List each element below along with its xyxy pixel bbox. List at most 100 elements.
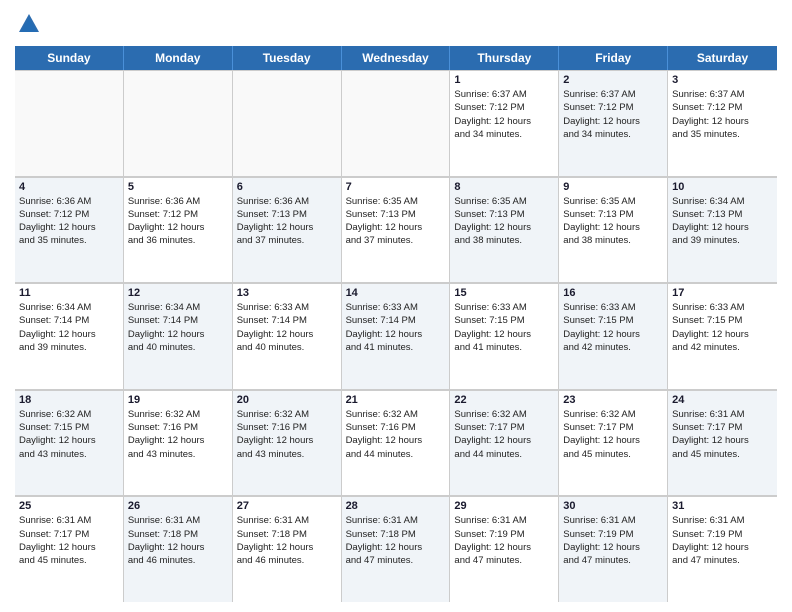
calendar-cell: 5 Sunrise: 6:36 AM Sunset: 7:12 PM Daylig… <box>124 177 233 283</box>
cell-info: Sunrise: 6:34 AM Sunset: 7:14 PM Dayligh… <box>128 301 228 354</box>
cell-info: Sunrise: 6:33 AM Sunset: 7:15 PM Dayligh… <box>563 301 663 354</box>
header <box>15 10 777 38</box>
day-number: 24 <box>672 394 773 406</box>
day-number: 6 <box>237 181 337 193</box>
day-number: 7 <box>346 181 446 193</box>
cell-info: Sunrise: 6:33 AM Sunset: 7:15 PM Dayligh… <box>454 301 554 354</box>
cell-info: Sunrise: 6:35 AM Sunset: 7:13 PM Dayligh… <box>346 195 446 248</box>
cell-info: Sunrise: 6:35 AM Sunset: 7:13 PM Dayligh… <box>563 195 663 248</box>
day-number: 25 <box>19 500 119 512</box>
day-number: 31 <box>672 500 773 512</box>
day-number: 13 <box>237 287 337 299</box>
day-number: 19 <box>128 394 228 406</box>
cell-info: Sunrise: 6:33 AM Sunset: 7:14 PM Dayligh… <box>237 301 337 354</box>
cell-info: Sunrise: 6:31 AM Sunset: 7:18 PM Dayligh… <box>128 514 228 567</box>
cell-info: Sunrise: 6:36 AM Sunset: 7:12 PM Dayligh… <box>128 195 228 248</box>
cell-info: Sunrise: 6:37 AM Sunset: 7:12 PM Dayligh… <box>454 88 554 141</box>
cell-info: Sunrise: 6:34 AM Sunset: 7:14 PM Dayligh… <box>19 301 119 354</box>
calendar-cell: 6 Sunrise: 6:36 AM Sunset: 7:13 PM Daylig… <box>233 177 342 283</box>
cell-info: Sunrise: 6:36 AM Sunset: 7:12 PM Dayligh… <box>19 195 119 248</box>
calendar-cell: 16 Sunrise: 6:33 AM Sunset: 7:15 PM Dayli… <box>559 283 668 389</box>
cell-info: Sunrise: 6:31 AM Sunset: 7:19 PM Dayligh… <box>672 514 773 567</box>
calendar-cell: 29 Sunrise: 6:31 AM Sunset: 7:19 PM Dayli… <box>450 496 559 602</box>
day-number: 3 <box>672 74 773 86</box>
day-number: 30 <box>563 500 663 512</box>
calendar-cell <box>124 70 233 176</box>
day-number: 14 <box>346 287 446 299</box>
calendar-cell: 24 Sunrise: 6:31 AM Sunset: 7:17 PM Dayli… <box>668 390 777 496</box>
header-day-monday: Monday <box>124 46 233 70</box>
calendar-cell: 20 Sunrise: 6:32 AM Sunset: 7:16 PM Dayli… <box>233 390 342 496</box>
calendar-cell: 1 Sunrise: 6:37 AM Sunset: 7:12 PM Daylig… <box>450 70 559 176</box>
calendar-cell: 11 Sunrise: 6:34 AM Sunset: 7:14 PM Dayli… <box>15 283 124 389</box>
logo-icon <box>15 10 43 38</box>
calendar-cell: 15Sunrise: 6:33 AM Sunset: 7:15 PM Dayli… <box>450 283 559 389</box>
calendar-cell: 31 Sunrise: 6:31 AM Sunset: 7:19 PM Dayli… <box>668 496 777 602</box>
header-day-tuesday: Tuesday <box>233 46 342 70</box>
calendar-cell: 18 Sunrise: 6:32 AM Sunset: 7:15 PM Dayli… <box>15 390 124 496</box>
day-number: 8 <box>454 181 554 193</box>
cell-info: Sunrise: 6:37 AM Sunset: 7:12 PM Dayligh… <box>672 88 773 141</box>
calendar-cell: 23 Sunrise: 6:32 AM Sunset: 7:17 PM Dayli… <box>559 390 668 496</box>
day-number: 17 <box>672 287 773 299</box>
calendar-cell: 3 Sunrise: 6:37 AM Sunset: 7:12 PM Daylig… <box>668 70 777 176</box>
calendar-cell: 19Sunrise: 6:32 AM Sunset: 7:16 PM Dayli… <box>124 390 233 496</box>
cell-info: Sunrise: 6:31 AM Sunset: 7:19 PM Dayligh… <box>454 514 554 567</box>
day-number: 29 <box>454 500 554 512</box>
calendar-row-3: 18 Sunrise: 6:32 AM Sunset: 7:15 PM Dayli… <box>15 390 777 497</box>
calendar-cell: 14Sunrise: 6:33 AM Sunset: 7:14 PM Dayli… <box>342 283 451 389</box>
calendar-row-0: 1 Sunrise: 6:37 AM Sunset: 7:12 PM Daylig… <box>15 70 777 177</box>
day-number: 23 <box>563 394 663 406</box>
calendar-cell: 27 Sunrise: 6:31 AM Sunset: 7:18 PM Dayli… <box>233 496 342 602</box>
calendar-cell: 2 Sunrise: 6:37 AM Sunset: 7:12 PM Daylig… <box>559 70 668 176</box>
day-number: 12 <box>128 287 228 299</box>
cell-info: Sunrise: 6:32 AM Sunset: 7:16 PM Dayligh… <box>237 408 337 461</box>
cell-info: Sunrise: 6:31 AM Sunset: 7:19 PM Dayligh… <box>563 514 663 567</box>
calendar-cell: 13 Sunrise: 6:33 AM Sunset: 7:14 PM Dayli… <box>233 283 342 389</box>
day-number: 16 <box>563 287 663 299</box>
day-number: 2 <box>563 74 663 86</box>
cell-info: Sunrise: 6:32 AM Sunset: 7:15 PM Dayligh… <box>19 408 119 461</box>
day-number: 5 <box>128 181 228 193</box>
day-number: 4 <box>19 181 119 193</box>
day-number: 26 <box>128 500 228 512</box>
calendar-cell: 12 Sunrise: 6:34 AM Sunset: 7:14 PM Dayli… <box>124 283 233 389</box>
calendar-cell <box>233 70 342 176</box>
day-number: 9 <box>563 181 663 193</box>
cell-info: Sunrise: 6:31 AM Sunset: 7:17 PM Dayligh… <box>672 408 773 461</box>
cell-info: Sunrise: 6:37 AM Sunset: 7:12 PM Dayligh… <box>563 88 663 141</box>
day-number: 11 <box>19 287 119 299</box>
header-day-thursday: Thursday <box>450 46 559 70</box>
cell-info: Sunrise: 6:32 AM Sunset: 7:17 PM Dayligh… <box>454 408 554 461</box>
cell-info: Sunrise: 6:31 AM Sunset: 7:18 PM Dayligh… <box>237 514 337 567</box>
calendar-header: SundayMondayTuesdayWednesdayThursdayFrid… <box>15 46 777 70</box>
day-number: 20 <box>237 394 337 406</box>
day-number: 27 <box>237 500 337 512</box>
day-number: 28 <box>346 500 446 512</box>
calendar-cell <box>15 70 124 176</box>
cell-info: Sunrise: 6:36 AM Sunset: 7:13 PM Dayligh… <box>237 195 337 248</box>
day-number: 18 <box>19 394 119 406</box>
day-number: 21 <box>346 394 446 406</box>
cell-info: Sunrise: 6:32 AM Sunset: 7:16 PM Dayligh… <box>346 408 446 461</box>
calendar-cell <box>342 70 451 176</box>
cell-info: Sunrise: 6:31 AM Sunset: 7:17 PM Dayligh… <box>19 514 119 567</box>
cell-info: Sunrise: 6:32 AM Sunset: 7:17 PM Dayligh… <box>563 408 663 461</box>
calendar-cell: 21 Sunrise: 6:32 AM Sunset: 7:16 PM Dayli… <box>342 390 451 496</box>
calendar-cell: 8Sunrise: 6:35 AM Sunset: 7:13 PM Daylig… <box>450 177 559 283</box>
calendar-cell: 7 Sunrise: 6:35 AM Sunset: 7:13 PM Daylig… <box>342 177 451 283</box>
header-day-wednesday: Wednesday <box>342 46 451 70</box>
calendar-row-1: 4 Sunrise: 6:36 AM Sunset: 7:12 PM Daylig… <box>15 177 777 284</box>
cell-info: Sunrise: 6:31 AM Sunset: 7:18 PM Dayligh… <box>346 514 446 567</box>
calendar-cell: 28 Sunrise: 6:31 AM Sunset: 7:18 PM Dayli… <box>342 496 451 602</box>
header-day-saturday: Saturday <box>668 46 777 70</box>
calendar-cell: 4 Sunrise: 6:36 AM Sunset: 7:12 PM Daylig… <box>15 177 124 283</box>
calendar-cell: 10Sunrise: 6:34 AM Sunset: 7:13 PM Dayli… <box>668 177 777 283</box>
day-number: 22 <box>454 394 554 406</box>
day-number: 1 <box>454 74 554 86</box>
header-day-sunday: Sunday <box>15 46 124 70</box>
calendar: SundayMondayTuesdayWednesdayThursdayFrid… <box>15 46 777 602</box>
calendar-cell: 9 Sunrise: 6:35 AM Sunset: 7:13 PM Daylig… <box>559 177 668 283</box>
calendar-cell: 22 Sunrise: 6:32 AM Sunset: 7:17 PM Dayli… <box>450 390 559 496</box>
calendar-row-4: 25 Sunrise: 6:31 AM Sunset: 7:17 PM Dayli… <box>15 496 777 602</box>
